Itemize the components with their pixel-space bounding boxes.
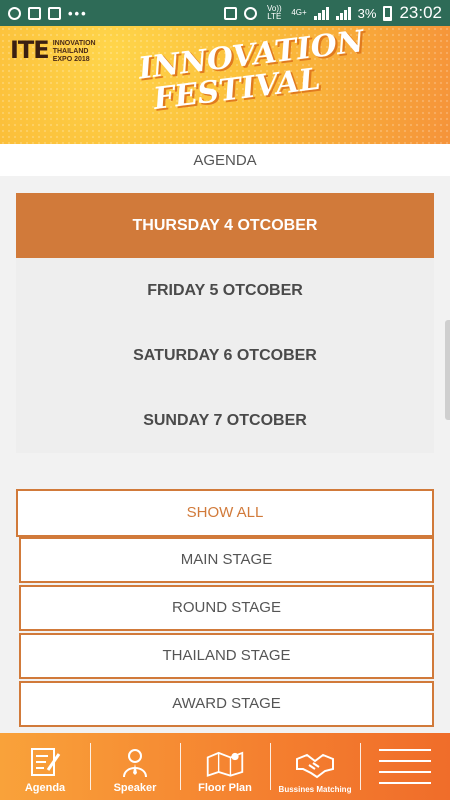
network-type: 4G+ [291, 8, 307, 17]
date-item-friday[interactable]: FRIDAY 5 OTCOBER [16, 258, 434, 323]
status-bar: ••• Vo)) LTE 4G+ 3% 23:02 [0, 0, 450, 26]
battery-icon [383, 5, 393, 21]
ite-line2: THAILAND [52, 48, 89, 55]
more-notifications-icon: ••• [68, 5, 88, 21]
festival-banner: ITE INNOVATION THAILAND EXPO 2018 INNOVA… [0, 26, 450, 144]
bottom-nav: Agenda Speaker Floor Plan Bussines Match… [0, 733, 450, 800]
nav-floor-plan-label: Floor Plan [198, 782, 252, 794]
ite-line3: EXPO 2018 [52, 56, 90, 63]
nav-floor-plan[interactable]: Floor Plan [180, 733, 270, 800]
nav-agenda[interactable]: Agenda [0, 733, 90, 800]
main-stage-button[interactable]: MAIN STAGE [19, 537, 434, 583]
ite-tagline: INNOVATION THAILAND EXPO 2018 [53, 40, 96, 64]
agenda-icon [25, 744, 65, 780]
nav-business-matching[interactable]: Bussines Matching [270, 733, 360, 800]
menu-icon [379, 749, 431, 784]
alarm-icon [224, 6, 238, 20]
scroll-handle[interactable] [445, 320, 450, 420]
show-all-button[interactable]: SHOW ALL [16, 489, 434, 537]
status-right: Vo)) LTE 4G+ 3% 23:02 [224, 3, 442, 23]
alert-icon [48, 6, 61, 20]
status-left: ••• [8, 6, 88, 21]
timer-icon [8, 6, 21, 20]
nav-agenda-label: Agenda [24, 782, 66, 794]
speaker-icon [115, 744, 155, 780]
date-item-thursday[interactable]: THURSDAY 4 OTCOBER [16, 193, 434, 258]
round-stage-button[interactable]: ROUND STAGE [19, 585, 434, 631]
thailand-stage-button[interactable]: THAILAND STAGE [19, 633, 434, 679]
nav-speaker[interactable]: Speaker [90, 733, 180, 800]
image-icon [28, 6, 41, 20]
ite-line1: INNOVATION [52, 40, 96, 47]
date-item-saturday[interactable]: SATURDAY 6 OTCOBER [16, 323, 434, 388]
clock-time: 23:02 [399, 3, 442, 22]
nav-speaker-label: Speaker [113, 782, 157, 794]
nav-business-matching-label: Bussines Matching [278, 785, 352, 794]
battery-percent: 3% [357, 5, 377, 21]
festival-title: INNOVATION FESTIVAL [137, 26, 367, 118]
nav-menu[interactable] [360, 733, 450, 800]
floor-plan-icon [205, 744, 245, 780]
ite-brand: ITE [10, 36, 50, 64]
handshake-icon [295, 747, 335, 783]
network-label: Vo)) LTE [266, 4, 282, 21]
date-list: THURSDAY 4 OTCOBER FRIDAY 5 OTCOBER SATU… [16, 193, 434, 453]
award-stage-button[interactable]: AWARD STAGE [19, 681, 434, 727]
clock-icon [244, 6, 258, 20]
signal-icon [313, 6, 329, 20]
signal-2-icon [335, 6, 351, 20]
date-item-sunday[interactable]: SUNDAY 7 OTCOBER [16, 388, 434, 453]
ite-logo: ITE INNOVATION THAILAND EXPO 2018 [10, 36, 96, 64]
page-title: AGENDA [0, 144, 450, 176]
